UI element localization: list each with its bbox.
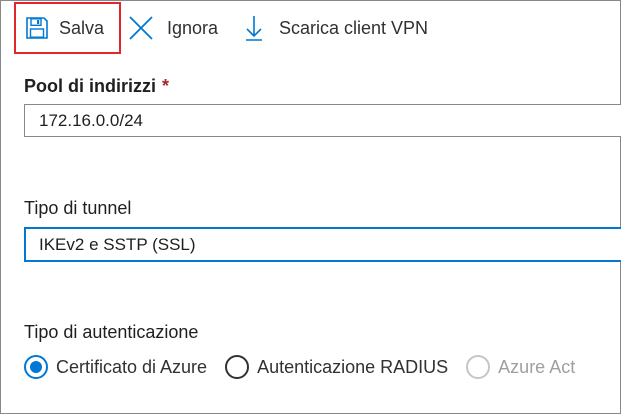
radio-unchecked-icon xyxy=(225,355,250,379)
radio-disabled-icon xyxy=(466,355,491,379)
download-vpn-client-button[interactable]: Scarica client VPN xyxy=(245,0,428,56)
download-icon xyxy=(245,15,263,41)
radio-label: Azure Act xyxy=(498,356,576,377)
address-pool-label: Pool di indirizzi * xyxy=(24,76,169,97)
address-pool-input[interactable]: 172.16.0.0/24 xyxy=(24,104,621,137)
address-pool-label-text: Pool di indirizzi xyxy=(24,76,156,96)
tunnel-type-value: IKEv2 e SSTP (SSL) xyxy=(39,234,196,254)
radio-radius-authentication[interactable]: Autenticazione RADIUS xyxy=(225,355,448,379)
required-marker: * xyxy=(162,76,170,96)
radio-checked-icon xyxy=(24,355,48,379)
auth-type-radio-group: Certificato di Azure Autenticazione RADI… xyxy=(24,352,593,382)
command-bar: Salva Ignora Scarica client VPN xyxy=(0,0,621,56)
discard-label: Ignora xyxy=(167,17,219,38)
save-button[interactable]: Salva xyxy=(14,2,121,54)
tunnel-type-label: Tipo di tunnel xyxy=(24,198,132,218)
close-icon xyxy=(128,15,154,41)
save-label: Salva xyxy=(59,17,105,38)
discard-button[interactable]: Ignora xyxy=(128,0,218,56)
auth-type-label: Tipo di autenticazione xyxy=(24,322,199,342)
address-pool-value: 172.16.0.0/24 xyxy=(39,110,143,130)
download-label: Scarica client VPN xyxy=(279,17,429,38)
save-icon xyxy=(25,16,49,40)
radio-label: Autenticazione RADIUS xyxy=(257,356,449,377)
radio-azure-active-directory: Azure Act xyxy=(466,355,575,379)
radio-label: Certificato di Azure xyxy=(56,356,208,377)
tunnel-type-select[interactable]: IKEv2 e SSTP (SSL) xyxy=(24,227,621,262)
radio-azure-certificate[interactable]: Certificato di Azure xyxy=(24,355,207,379)
